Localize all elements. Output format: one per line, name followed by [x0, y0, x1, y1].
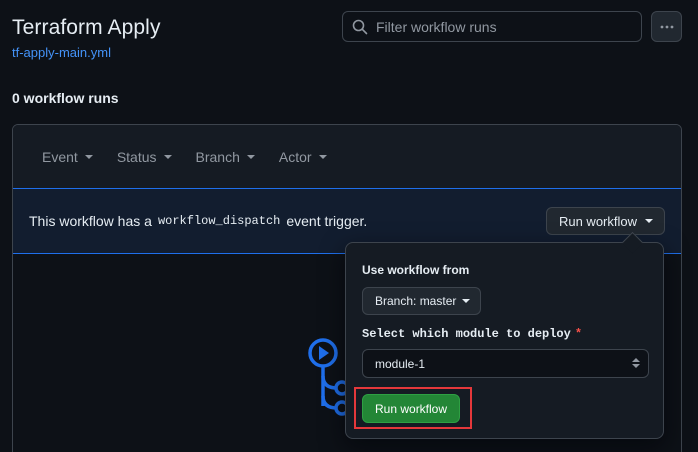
- caret-down-icon: [163, 154, 172, 159]
- caret-down-icon: [84, 154, 93, 159]
- module-select[interactable]: module-1: [362, 349, 649, 378]
- module-label-text: Select which module to deploy: [362, 327, 571, 341]
- filter-branch[interactable]: Branch: [196, 149, 255, 165]
- run-workflow-panel: Use workflow from Branch: master Select …: [345, 242, 664, 439]
- run-workflow-toggle-label: Run workflow: [558, 213, 637, 229]
- module-select-value: module-1: [375, 356, 426, 371]
- run-workflow-dropdown-button[interactable]: Run workflow: [545, 207, 665, 235]
- dispatch-code: workflow_dispatch: [157, 214, 281, 228]
- caret-down-icon: [462, 299, 471, 303]
- search-icon: [352, 19, 368, 34]
- filter-bar: Event Status Branch Actor: [13, 125, 681, 189]
- filter-event[interactable]: Event: [42, 149, 93, 165]
- workflow-file-link[interactable]: tf-apply-main.yml: [12, 45, 111, 60]
- run-workflow-submit-button[interactable]: Run workflow: [362, 394, 461, 423]
- filter-event-label: Event: [42, 148, 78, 165]
- page-title: Terraform Apply: [12, 16, 161, 39]
- caret-down-icon: [645, 219, 653, 223]
- filter-actor-label: Actor: [278, 148, 312, 165]
- caret-down-icon: [318, 154, 327, 159]
- workflow-run-count: 0 workflow runs: [12, 90, 119, 106]
- required-marker: *: [574, 327, 583, 341]
- use-workflow-from-label: Use workflow from: [362, 263, 470, 277]
- filter-branch-label: Branch: [195, 148, 240, 165]
- more-options-button[interactable]: [651, 11, 682, 42]
- filter-status[interactable]: Status: [117, 149, 172, 165]
- module-input-label: Select which module to deploy *: [362, 327, 582, 341]
- select-arrows-icon: [632, 358, 640, 368]
- search-input[interactable]: [376, 18, 626, 35]
- kebab-horizontal-icon: [660, 25, 673, 28]
- search-box[interactable]: [342, 11, 642, 42]
- branch-select-button[interactable]: Branch: master: [362, 287, 482, 315]
- caret-down-icon: [246, 154, 255, 159]
- dispatch-text-before: This workflow has a: [29, 213, 152, 229]
- filter-actor[interactable]: Actor: [279, 149, 327, 165]
- filter-status-label: Status: [116, 148, 157, 165]
- branch-select-label: Branch: master: [375, 294, 457, 308]
